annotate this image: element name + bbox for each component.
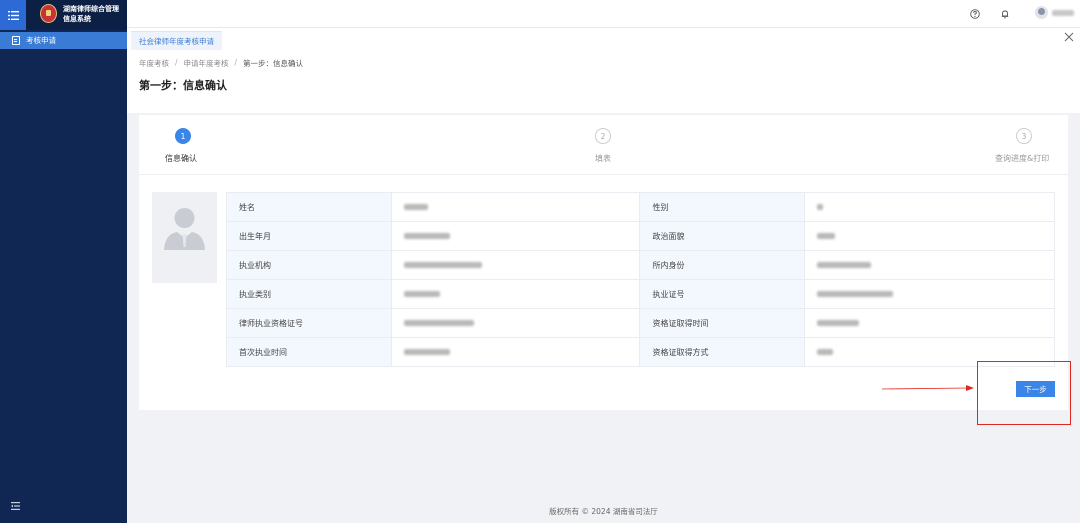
step-2-circle: 2 [595,128,611,144]
page-title: 第一步：信息确认 [139,79,227,92]
user-name-redacted[interactable] [1052,10,1074,16]
close-icon[interactable] [1064,32,1074,42]
collapse-icon[interactable] [11,502,20,510]
field-label: 姓名 [226,192,392,222]
national-emblem-icon [40,4,57,23]
field-label: 所内身份 [639,250,806,280]
step-1-label: 信息确认 [165,154,197,163]
field-label: 执业证号 [639,279,806,309]
field-value-redacted [804,192,1055,222]
field-label: 执业类别 [226,279,392,309]
field-label: 资格证取得时间 [639,308,806,338]
step-3-circle: 3 [1016,128,1032,144]
step-2-label: 填表 [595,154,611,163]
page-header: 年度考核 / 申请年度考核 / 第一步：信息确认 第一步：信息确认 [127,50,1080,113]
menu-toggle-button[interactable] [0,0,26,30]
table-row: 出生年月 政治面貌 [226,221,1055,251]
field-value-redacted [390,279,641,309]
field-label: 性别 [639,192,806,222]
field-label: 资格证取得方式 [639,337,806,367]
sidebar-header: 湖南律师综合管理信息系统 [0,0,127,30]
menu-icon [7,10,19,20]
bell-icon[interactable] [999,8,1010,19]
table-row: 律师执业资格证号 资格证取得时间 [226,308,1055,338]
system-title: 湖南律师综合管理信息系统 [63,5,119,23]
table-row: 执业类别 执业证号 [226,279,1055,309]
field-value-redacted [390,308,641,338]
field-value-redacted [804,308,1055,338]
table-row: 姓名 性别 [226,192,1055,222]
step-1-circle: 1 [175,128,191,144]
field-value-redacted [390,221,641,251]
annotation-arrow-icon [882,385,974,391]
table-row: 执业机构 所内身份 [226,250,1055,280]
field-label: 首次执业时间 [226,337,392,367]
step-3-label: 查询进度&打印 [995,154,1050,163]
main-card: 1 信息确认 2 填表 3 查询进度&打印 姓名 性别 出生年月 政治面貌 执业… [139,115,1068,410]
sidebar: 湖南律师综合管理信息系统 考核申请 [0,0,127,523]
field-value-redacted [390,250,641,280]
breadcrumb-separator: / [234,58,238,67]
breadcrumb-separator: / [175,58,178,67]
info-table: 姓名 性别 出生年月 政治面貌 执业机构 所内身份 执业类别 执业证号 律师执业… [226,192,1055,367]
breadcrumb-item[interactable]: 申请年度考核 [184,58,229,69]
top-header [127,0,1080,28]
breadcrumb-item[interactable]: 年度考核 [139,58,169,69]
avatar-photo [152,192,217,283]
field-label: 执业机构 [226,250,392,280]
tab-bar: 社会律师年度考核申请 [127,28,1080,50]
tab-annual-assessment[interactable]: 社会律师年度考核申请 [131,31,222,50]
field-value-redacted [804,279,1055,309]
field-label: 政治面貌 [639,221,806,251]
field-label: 律师执业资格证号 [226,308,392,338]
steps-indicator: 1 信息确认 2 填表 3 查询进度&打印 [139,115,1068,175]
field-value-redacted [804,250,1055,280]
breadcrumb-current: 第一步：信息确认 [243,59,304,68]
field-label: 出生年月 [226,221,392,251]
question-icon[interactable] [969,8,980,19]
field-value-redacted [390,337,641,367]
breadcrumb: 年度考核 / 申请年度考核 / 第一步：信息确认 [139,58,303,69]
avatar[interactable] [1035,6,1048,19]
footer-copyright: 版权所有 © 2024 湖南省司法厅 [549,507,658,516]
annotation-highlight-box [977,361,1071,425]
sidebar-item-label: 考核申请 [26,36,56,45]
table-row: 首次执业时间 资格证取得方式 [226,337,1055,367]
field-value-redacted [390,192,641,222]
person-silhouette-icon [164,208,205,250]
field-value-redacted [804,221,1055,251]
sidebar-item-assessment-apply[interactable]: 考核申请 [0,32,127,49]
form-icon [12,36,20,45]
